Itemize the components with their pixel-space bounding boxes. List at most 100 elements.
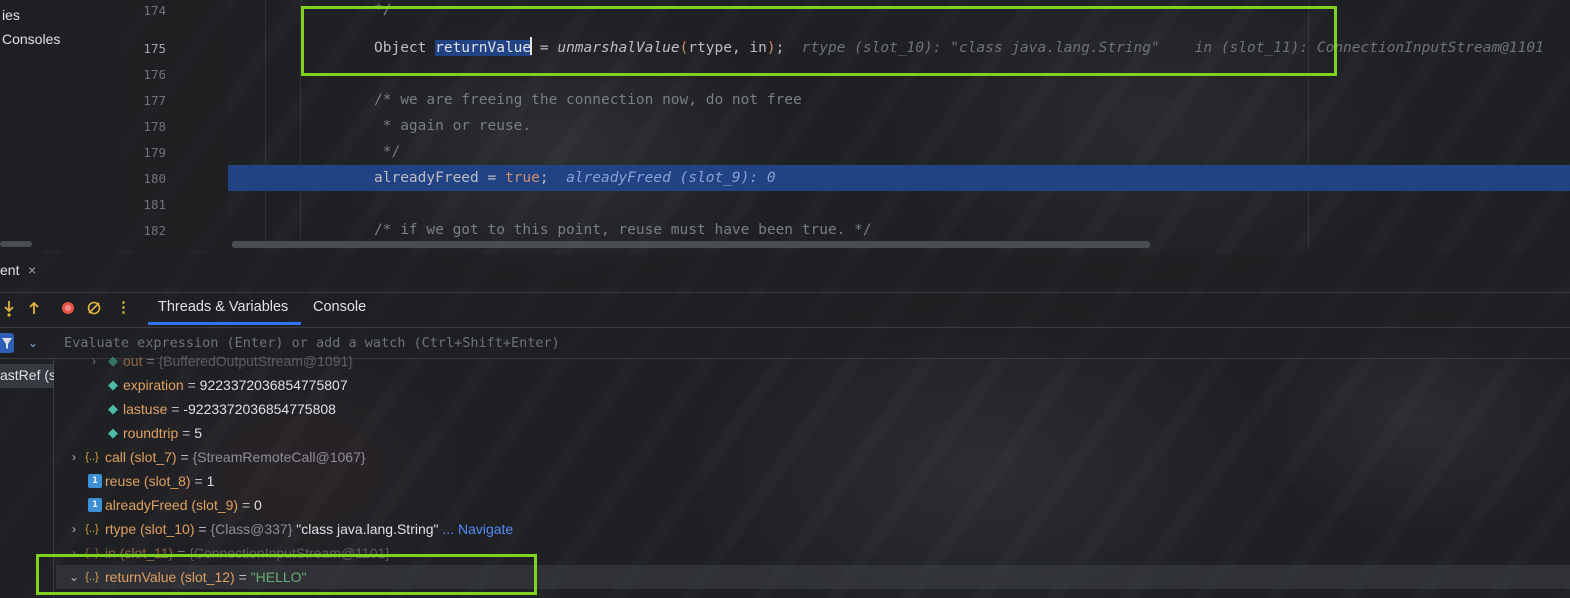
collapse-chevron-icon[interactable]: ⌄	[68, 565, 80, 589]
code-token: ;	[539, 170, 549, 186]
variable-name: call (slot_7)	[105, 449, 177, 465]
variable-row[interactable]: › {..} rtype (slot_10) = {Class@337} "clas…	[56, 517, 1570, 541]
code-editor[interactable]: */ Object returnValue = unmarshalValue(rt…	[228, 0, 1570, 250]
primitive-icon: 1	[88, 498, 102, 512]
sidebar-item-libraries[interactable]: ies	[2, 7, 20, 23]
variable-equals: =	[194, 521, 211, 537]
tab-console[interactable]: Console	[313, 299, 366, 315]
variable-string-value: "class java.lang.String"	[292, 521, 439, 537]
frame-item[interactable]: astRef (s	[0, 367, 54, 383]
code-token: =	[531, 40, 558, 56]
variable-equals: =	[238, 497, 255, 513]
code-token: */	[374, 2, 392, 18]
view-breakpoints-icon[interactable]	[60, 298, 76, 324]
execution-point-line[interactable]: alreadyFreed = true; alreadyFreed (slot_…	[228, 165, 1570, 191]
variable-equals: =	[142, 353, 159, 369]
variable-equals: =	[178, 425, 195, 441]
expand-chevron-icon[interactable]: ›	[88, 349, 100, 373]
variable-row[interactable]: ⌄ {..} returnValue (slot_12) = "HELLO"	[56, 565, 1570, 589]
line-number[interactable]: 178	[124, 119, 166, 134]
sidebar-scrollbar[interactable]	[0, 241, 32, 247]
inline-debug-value: alreadyFreed (slot_9): 0	[548, 170, 776, 186]
variable-value: 0	[254, 497, 262, 513]
variable-value: 1	[206, 473, 215, 489]
field-icon: ◆	[108, 401, 118, 416]
mute-breakpoints-icon[interactable]	[86, 298, 102, 324]
chevron-down-icon[interactable]: ⌄	[28, 333, 38, 353]
code-line[interactable]: * again or reuse.	[228, 113, 1570, 139]
line-number[interactable]: 175	[124, 41, 166, 56]
code-line[interactable]: Object returnValue = unmarshalValue(rtyp…	[228, 35, 1570, 61]
expand-chevron-icon[interactable]: ›	[68, 445, 80, 469]
field-icon: ◆	[108, 353, 118, 368]
variable-row[interactable]: ◆ roundtrip = 5	[56, 421, 1570, 445]
variable-row[interactable]: 1 alreadyFreed (slot_9) = 0	[56, 493, 1570, 517]
variable-name: lastuse	[123, 401, 168, 417]
sidebar-item-consoles[interactable]: Consoles	[2, 31, 60, 47]
variable-equals: =	[167, 401, 184, 417]
line-number[interactable]: 182	[124, 223, 166, 238]
variable-name: roundtrip	[123, 425, 179, 441]
code-line[interactable]: /* we are freeing the connection now, do…	[228, 87, 1570, 113]
variable-text: call (slot_7) = {StreamRemoteCall@1067}	[105, 445, 366, 469]
expand-chevron-icon[interactable]: ›	[68, 541, 80, 565]
variable-row[interactable]: › {..} call (slot_7) = {StreamRemoteCall@1…	[56, 445, 1570, 469]
close-session-icon[interactable]: ×	[28, 262, 36, 278]
expand-chevron-icon[interactable]: ›	[68, 517, 80, 541]
variable-row[interactable]: ◆ expiration = 9223372036854775807	[56, 373, 1570, 397]
step-out-icon[interactable]	[27, 298, 41, 324]
code-line[interactable]: */	[228, 0, 1570, 23]
code-token: * again or reuse.	[374, 118, 532, 134]
variable-row[interactable]: › {..} in (slot_11) = {ConnectionInputStre…	[56, 541, 1570, 565]
variable-text: in (slot_11) = {ConnectionInputStream@11…	[105, 541, 390, 565]
line-number[interactable]: 179	[124, 145, 166, 160]
active-tab-indicator	[148, 322, 301, 325]
primitive-icon: 1	[88, 474, 102, 488]
object-icon: {..}	[85, 547, 99, 559]
variable-text: expiration = 9223372036854775807	[123, 373, 348, 397]
line-number[interactable]: 180	[124, 171, 166, 186]
inline-debug-value: rtype (slot_10): "class java.lang.String…	[784, 40, 1544, 56]
variable-row[interactable]: › ◆ out = {BufferedOutputStream@1091}	[56, 349, 1570, 373]
code-line[interactable]: */	[228, 139, 1570, 165]
variable-equals: =	[173, 545, 190, 561]
object-icon: {..}	[85, 523, 99, 535]
variable-equals: =	[176, 449, 193, 465]
line-number[interactable]: 177	[124, 93, 166, 108]
debug-session-tab[interactable]: ent	[0, 262, 19, 278]
object-icon: {..}	[85, 571, 99, 583]
variable-name: alreadyFreed (slot_9)	[105, 497, 239, 513]
variable-string-value: "HELLO"	[250, 569, 307, 585]
code-token: alreadyFreed =	[374, 170, 505, 186]
more-options-icon[interactable]: ⋮	[116, 298, 131, 318]
variable-row[interactable]: 1 reuse (slot_8) = 1	[56, 469, 1570, 493]
variable-text: alreadyFreed (slot_9) = 0	[105, 493, 262, 517]
code-line-text: /* if we got to this point, reuse must h…	[374, 217, 872, 243]
variable-text: reuse (slot_8) = 1	[105, 469, 214, 493]
variable-name: reuse (slot_8)	[105, 473, 191, 489]
line-number[interactable]: 181	[124, 197, 166, 212]
code-line-text: /* we are freeing the connection now, do…	[374, 87, 802, 113]
line-number[interactable]: 174	[124, 3, 166, 18]
navigate-link[interactable]: ... Navigate	[439, 521, 513, 537]
editor-horizontal-scrollbar[interactable]	[232, 241, 1150, 248]
variable-name: out	[123, 353, 143, 369]
variable-reference: {StreamRemoteCall@1067}	[192, 449, 366, 465]
code-line-text: * again or reuse.	[374, 113, 531, 139]
code-token: */	[374, 144, 401, 160]
tab-threads-variables[interactable]: Threads & Variables	[158, 299, 288, 315]
code-line[interactable]	[228, 191, 1570, 217]
code-line[interactable]	[228, 61, 1570, 87]
variable-name: expiration	[123, 377, 184, 393]
variable-value: -9223372036854775808	[183, 401, 336, 417]
code-line[interactable]: /* if we got to this point, reuse must h…	[228, 217, 1570, 243]
code-token: true	[504, 170, 540, 186]
variable-reference: {Class@337}	[210, 521, 293, 537]
code-token: Object	[374, 40, 436, 56]
line-number[interactable]: 176	[124, 67, 166, 82]
variable-row[interactable]: ◆ lastuse = -9223372036854775808	[56, 397, 1570, 421]
object-icon: {..}	[85, 451, 99, 463]
field-icon: ◆	[108, 377, 118, 392]
code-token: rtype, in	[688, 40, 767, 56]
step-into-icon[interactable]	[2, 298, 16, 324]
